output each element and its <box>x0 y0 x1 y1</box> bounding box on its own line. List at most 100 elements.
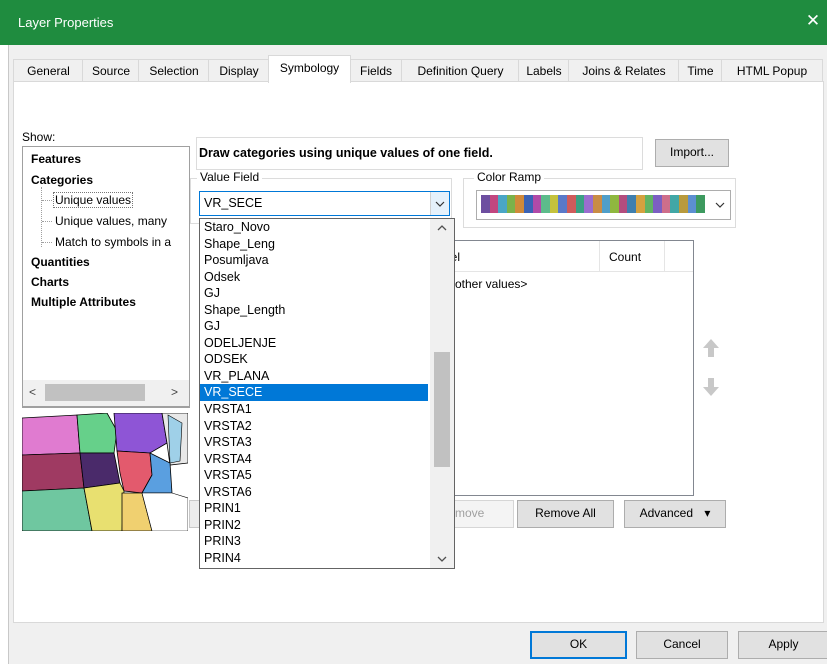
tree-item-features[interactable]: Features <box>31 152 81 166</box>
color-ramp-swatch-cell <box>489 195 499 213</box>
dropdown-arrow-icon: ▾ <box>704 506 711 520</box>
dropdown-item[interactable]: PRIN4 <box>200 550 428 567</box>
dropdown-scroll-thumb[interactable] <box>434 352 450 467</box>
show-tree-hscrollbar[interactable]: < > <box>22 380 190 407</box>
color-ramp-swatch-cell <box>610 195 619 213</box>
value-field-label: Value Field <box>197 170 263 184</box>
tree-connector <box>42 200 52 201</box>
cancel-button[interactable]: Cancel <box>636 631 728 659</box>
tree-item-multiple-attributes[interactable]: Multiple Attributes <box>31 295 136 309</box>
close-icon[interactable]: ✕ <box>803 12 823 29</box>
dropdown-item[interactable]: VRSTA1 <box>200 401 428 418</box>
color-ramp-swatch-cell <box>627 195 636 213</box>
import-button[interactable]: Import... <box>655 139 729 167</box>
color-ramp-combo[interactable] <box>476 190 731 220</box>
dropdown-item[interactable]: VRSTA3 <box>200 434 428 451</box>
color-ramp-swatch-cell <box>696 195 705 213</box>
up-arrow-icon[interactable] <box>699 336 723 360</box>
color-ramp-swatch-cell <box>541 195 550 213</box>
dropdown-item[interactable]: PRIN1 <box>200 500 428 517</box>
preview-map-image <box>22 413 188 531</box>
dropdown-item[interactable]: ODSEK <box>200 351 428 368</box>
color-ramp-swatch-cell <box>558 195 568 213</box>
dropdown-item[interactable]: Odsek <box>200 269 428 286</box>
value-field-combo[interactable]: VR_SECE <box>199 191 450 216</box>
color-ramp-swatch-cell <box>601 195 611 213</box>
tab-general[interactable]: General <box>13 59 84 82</box>
color-ramp-swatch-cell <box>644 195 654 213</box>
advanced-button[interactable]: Advanced ▾ <box>624 500 726 528</box>
scroll-thumb[interactable] <box>45 384 145 401</box>
tab-source[interactable]: Source <box>82 59 140 82</box>
color-ramp-swatch-cell <box>592 195 602 213</box>
column-divider <box>599 241 600 271</box>
scroll-right-icon[interactable]: > <box>171 385 178 399</box>
dropdown-item[interactable]: Posumljava <box>200 252 428 269</box>
listview-header: bel Count <box>438 241 693 272</box>
dropdown-item[interactable]: VR_SECE <box>200 384 428 402</box>
color-ramp-swatch-cell <box>687 195 697 213</box>
color-ramp-swatch-cell <box>498 195 507 213</box>
tab-selection[interactable]: Selection <box>138 59 210 82</box>
tree-item-unique-values-many[interactable]: Unique values, many <box>55 214 167 228</box>
ok-button[interactable]: OK <box>530 631 627 659</box>
chevron-down-icon[interactable] <box>430 192 449 215</box>
value-field-dropdown[interactable]: Staro_Novo Shape_Leng Posumljava Odsek GJ Sha… <box>199 218 455 569</box>
tree-item-unique-values[interactable]: Unique values <box>53 192 134 208</box>
tab-labels[interactable]: Labels <box>518 59 570 82</box>
dropdown-item[interactable]: Shape_Leng <box>200 236 428 253</box>
color-ramp-swatch-cell <box>506 195 516 213</box>
color-ramp-swatch-cell <box>524 195 533 213</box>
dropdown-item[interactable]: Shape_Length <box>200 302 428 319</box>
dropdown-item[interactable]: Staro_Novo <box>200 219 428 236</box>
dropdown-item[interactable]: VRSTA2 <box>200 418 428 435</box>
description-box: Draw categories using unique values of o… <box>196 137 643 170</box>
tree-item-charts[interactable]: Charts <box>31 275 69 289</box>
scroll-up-icon[interactable] <box>430 219 454 237</box>
color-ramp-swatch-cell <box>670 195 680 213</box>
tree-item-match-to-symbols[interactable]: Match to symbols in a <box>55 235 171 249</box>
tab-joins-relates[interactable]: Joins & Relates <box>568 59 680 82</box>
dropdown-scrollbar[interactable] <box>430 219 454 568</box>
dropdown-list[interactable]: Staro_Novo Shape_Leng Posumljava Odsek GJ Sha… <box>200 219 428 566</box>
dropdown-item[interactable]: VRSTA5 <box>200 467 428 484</box>
tab-symbology[interactable]: Symbology <box>268 55 351 83</box>
color-ramp-swatch-cell <box>575 195 585 213</box>
value-field-selected: VR_SECE <box>204 196 263 210</box>
dropdown-item[interactable]: GJ <box>200 285 428 302</box>
tab-time[interactable]: Time <box>678 59 723 82</box>
dropdown-item[interactable]: GJ <box>200 318 428 335</box>
values-listview[interactable]: bel Count other values> <box>437 240 694 496</box>
color-ramp-swatch-cell <box>584 195 593 213</box>
dropdown-item[interactable]: VRSTA6 <box>200 484 428 501</box>
color-ramp-swatch-cell <box>635 195 645 213</box>
tree-connector <box>42 242 52 243</box>
remove-all-button[interactable]: Remove All <box>517 500 614 528</box>
chevron-down-icon[interactable] <box>712 196 728 214</box>
column-count-header[interactable]: Count <box>609 250 641 264</box>
color-ramp-swatch-cell <box>661 195 671 213</box>
color-ramp-swatch-cell <box>567 195 576 213</box>
tree-item-quantities[interactable]: Quantities <box>31 255 90 269</box>
listview-row-other-values[interactable]: other values> <box>455 277 527 291</box>
down-arrow-icon[interactable] <box>699 375 723 399</box>
window-title: Layer Properties <box>18 15 114 30</box>
dropdown-item[interactable]: PRIN3 <box>200 533 428 550</box>
tab-html-popup[interactable]: HTML Popup <box>721 59 823 82</box>
tree-item-categories[interactable]: Categories <box>31 173 93 187</box>
apply-button[interactable]: Apply <box>738 631 827 659</box>
scroll-down-icon[interactable] <box>430 550 454 568</box>
tab-fields[interactable]: Fields <box>349 59 403 82</box>
dropdown-item[interactable]: VRSTA4 <box>200 451 428 468</box>
dropdown-item[interactable]: VR_PLANA <box>200 368 428 385</box>
column-divider <box>664 241 665 271</box>
dropdown-item[interactable]: ODELJENJE <box>200 335 428 352</box>
color-ramp-swatch-cell <box>618 195 628 213</box>
dropdown-item[interactable]: PRIN2 <box>200 517 428 534</box>
color-ramp-swatch <box>481 195 705 213</box>
tab-definition-query[interactable]: Definition Query <box>401 59 520 82</box>
color-ramp-label: Color Ramp <box>474 170 545 184</box>
tab-display[interactable]: Display <box>208 59 270 82</box>
scroll-left-icon[interactable]: < <box>29 385 36 399</box>
show-tree: Features Categories Unique values Unique… <box>22 146 190 408</box>
